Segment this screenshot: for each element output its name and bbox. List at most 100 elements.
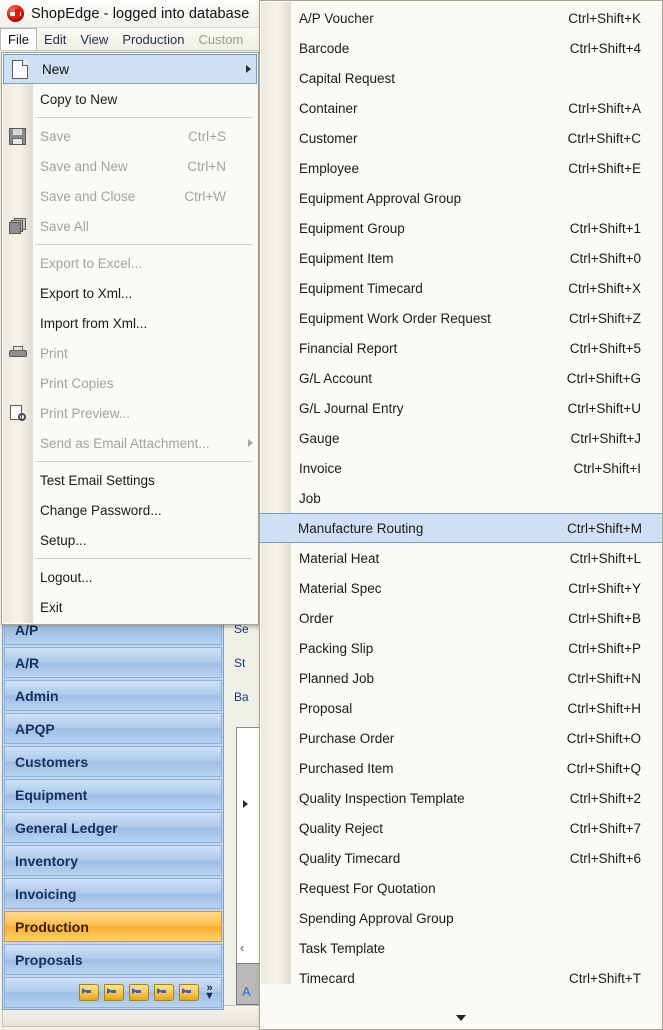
new-submenu-item-quality-reject[interactable]: Quality Reject Ctrl+Shift+7 (260, 813, 662, 843)
sidebar-item-proposals[interactable]: Proposals (4, 944, 222, 975)
new-submenu-item-manufacture-routing[interactable]: Manufacture Routing Ctrl+Shift+M (260, 513, 662, 543)
sidebar-item-a-r[interactable]: A/R (4, 647, 222, 678)
submenu-item-label: G/L Journal Entry (299, 400, 404, 416)
new-submenu-item-planned-job[interactable]: Planned Job Ctrl+Shift+N (260, 663, 662, 693)
file-menu-item-change-password[interactable]: Change Password... (2, 495, 258, 525)
new-submenu-item-request-for-quotation[interactable]: Request For Quotation (260, 873, 662, 903)
submenu-item-label: Task Template (299, 940, 386, 956)
submenu-item-label: Gauge (299, 430, 340, 446)
new-submenu-item-material-heat[interactable]: Material Heat Ctrl+Shift+L (260, 543, 662, 573)
double-chevron-down-icon[interactable]: » ▼ (204, 983, 215, 1002)
new-submenu-item-capital-request[interactable]: Capital Request (260, 63, 662, 93)
sidebar-item-admin[interactable]: Admin (4, 680, 222, 711)
menubar-item-file[interactable]: File (0, 28, 37, 50)
new-submenu-item-invoice[interactable]: Invoice Ctrl+Shift+I (260, 453, 662, 483)
submenu-item-shortcut: Ctrl+Shift+2 (569, 790, 641, 806)
scroll-down-arrow-icon[interactable] (261, 1008, 661, 1028)
sidebar-item-customers[interactable]: Customers (4, 746, 222, 777)
submenu-item-label: G/L Account (299, 370, 373, 386)
file-menu-item-export-to-xml[interactable]: Export to Xml... (2, 278, 258, 308)
menubar-item-production[interactable]: Production (115, 28, 191, 50)
submenu-item-label: A/P Voucher (299, 10, 374, 26)
menu-separator (35, 558, 252, 559)
folder-shortcut-icon[interactable] (129, 984, 149, 1001)
new-submenu-item-g-l-journal-entry[interactable]: G/L Journal Entry Ctrl+Shift+U (260, 393, 662, 423)
menu-item-label: Save and New (40, 158, 128, 174)
submenu-item-shortcut: Ctrl+Shift+P (568, 640, 641, 656)
sidebar-item-equipment[interactable]: Equipment (4, 779, 222, 810)
submenu-item-label: Equipment Work Order Request (299, 310, 491, 326)
menu-item-label: Export to Excel... (40, 255, 143, 271)
folder-shortcut-icon[interactable] (154, 984, 174, 1001)
new-submenu-item-equipment-group[interactable]: Equipment Group Ctrl+Shift+1 (260, 213, 662, 243)
new-submenu-item-financial-report[interactable]: Financial Report Ctrl+Shift+5 (260, 333, 662, 363)
new-submenu-item-quality-timecard[interactable]: Quality Timecard Ctrl+Shift+6 (260, 843, 662, 873)
new-submenu-item-purchase-order[interactable]: Purchase Order Ctrl+Shift+O (260, 723, 662, 753)
submenu-item-shortcut: Ctrl+Shift+T (568, 970, 641, 986)
new-submenu-item-task-template[interactable]: Task Template (260, 933, 662, 963)
new-submenu-item-g-l-account[interactable]: G/L Account Ctrl+Shift+G (260, 363, 662, 393)
new-submenu-item-job[interactable]: Job (260, 483, 662, 513)
file-menu-item-new[interactable]: New (3, 54, 257, 84)
menu-item-label: New (42, 61, 70, 77)
folder-shortcut-icon[interactable] (104, 984, 124, 1001)
new-submenu-item-purchased-item[interactable]: Purchased Item Ctrl+Shift+Q (260, 753, 662, 783)
new-submenu-item-a-p-voucher[interactable]: A/P Voucher Ctrl+Shift+K (260, 3, 662, 33)
file-menu-item-exit[interactable]: Exit (2, 592, 258, 622)
menu-item-label: Exit (40, 599, 63, 615)
new-submenu-item-timecard[interactable]: Timecard Ctrl+Shift+T (260, 963, 662, 993)
folder-shortcut-icon[interactable] (179, 984, 199, 1001)
menu-separator (35, 244, 252, 245)
shopedge-logo-icon (7, 5, 24, 22)
menu-item-label: Setup... (40, 532, 87, 548)
new-submenu-item-packing-slip[interactable]: Packing Slip Ctrl+Shift+P (260, 633, 662, 663)
menu-separator (35, 117, 252, 118)
file-menu-item-print-copies[interactable]: Print Copies (2, 368, 258, 398)
submenu-item-label: Spending Approval Group (299, 910, 454, 926)
sidebar-item-general-ledger[interactable]: General Ledger (4, 812, 222, 843)
file-menu-item-copy-to-new[interactable]: Copy to New (2, 84, 258, 114)
file-menu-item-logout[interactable]: Logout... (2, 562, 258, 592)
menu-item-label: Import from Xml... (40, 315, 148, 331)
new-submenu-item-material-spec[interactable]: Material Spec Ctrl+Shift+Y (260, 573, 662, 603)
folder-shortcut-icon[interactable] (79, 984, 99, 1001)
file-menu-item-setup[interactable]: Setup... (2, 525, 258, 555)
submenu-item-shortcut: Ctrl+Shift+1 (569, 220, 641, 236)
file-menu-item-import-from-xml[interactable]: Import from Xml... (2, 308, 258, 338)
file-menu-item-save-and-close[interactable]: Save and Close Ctrl+W (2, 181, 258, 211)
new-submenu-item-equipment-approval-group[interactable]: Equipment Approval Group (260, 183, 662, 213)
new-submenu-item-spending-approval-group[interactable]: Spending Approval Group (260, 903, 662, 933)
menubar-item-view[interactable]: View (73, 28, 115, 50)
submenu-item-label: Purchase Order (299, 730, 395, 746)
new-submenu-item-barcode[interactable]: Barcode Ctrl+Shift+4 (260, 33, 662, 63)
new-submenu-item-quality-inspection-template[interactable]: Quality Inspection Template Ctrl+Shift+2 (260, 783, 662, 813)
submenu-item-label: Proposal (299, 700, 353, 716)
new-submenu-item-gauge[interactable]: Gauge Ctrl+Shift+J (260, 423, 662, 453)
menu-item-label: Print (40, 345, 68, 361)
new-submenu-item-order[interactable]: Order Ctrl+Shift+B (260, 603, 662, 633)
menubar-item-custom[interactable]: Custom (191, 28, 250, 50)
sidebar-item-production[interactable]: Production (4, 911, 222, 942)
file-menu-item-save[interactable]: Save Ctrl+S (2, 121, 258, 151)
new-submenu-item-equipment-timecard[interactable]: Equipment Timecard Ctrl+Shift+X (260, 273, 662, 303)
new-submenu-item-proposal[interactable]: Proposal Ctrl+Shift+H (260, 693, 662, 723)
new-submenu-item-customer[interactable]: Customer Ctrl+Shift+C (260, 123, 662, 153)
new-submenu-item-employee[interactable]: Employee Ctrl+Shift+E (260, 153, 662, 183)
file-menu-item-send-as-email-attachment[interactable]: Send as Email Attachment... (2, 428, 258, 458)
file-menu-item-print[interactable]: Print (2, 338, 258, 368)
file-menu-item-test-email-settings[interactable]: Test Email Settings (2, 465, 258, 495)
sidebar-item-apqp[interactable]: APQP (4, 713, 222, 744)
sidebar-item-inventory[interactable]: Inventory (4, 845, 222, 876)
new-submenu-item-equipment-work-order-request[interactable]: Equipment Work Order Request Ctrl+Shift+Z (260, 303, 662, 333)
file-menu-item-print-preview[interactable]: Print Preview... (2, 398, 258, 428)
menubar-item-edit[interactable]: Edit (37, 28, 73, 50)
submenu-item-label: Purchased Item (299, 760, 394, 776)
file-menu-item-save-all[interactable]: Save All (2, 211, 258, 241)
submenu-item-shortcut: Ctrl+Shift+M (566, 520, 642, 536)
new-submenu-item-container[interactable]: Container Ctrl+Shift+A (260, 93, 662, 123)
new-submenu-item-equipment-item[interactable]: Equipment Item Ctrl+Shift+0 (260, 243, 662, 273)
sidebar-item-invoicing[interactable]: Invoicing (4, 878, 222, 909)
submenu-item-shortcut: Ctrl+Shift+H (567, 700, 641, 716)
file-menu-item-save-and-new[interactable]: Save and New Ctrl+N (2, 151, 258, 181)
file-menu-item-export-to-excel[interactable]: Export to Excel... (2, 248, 258, 278)
